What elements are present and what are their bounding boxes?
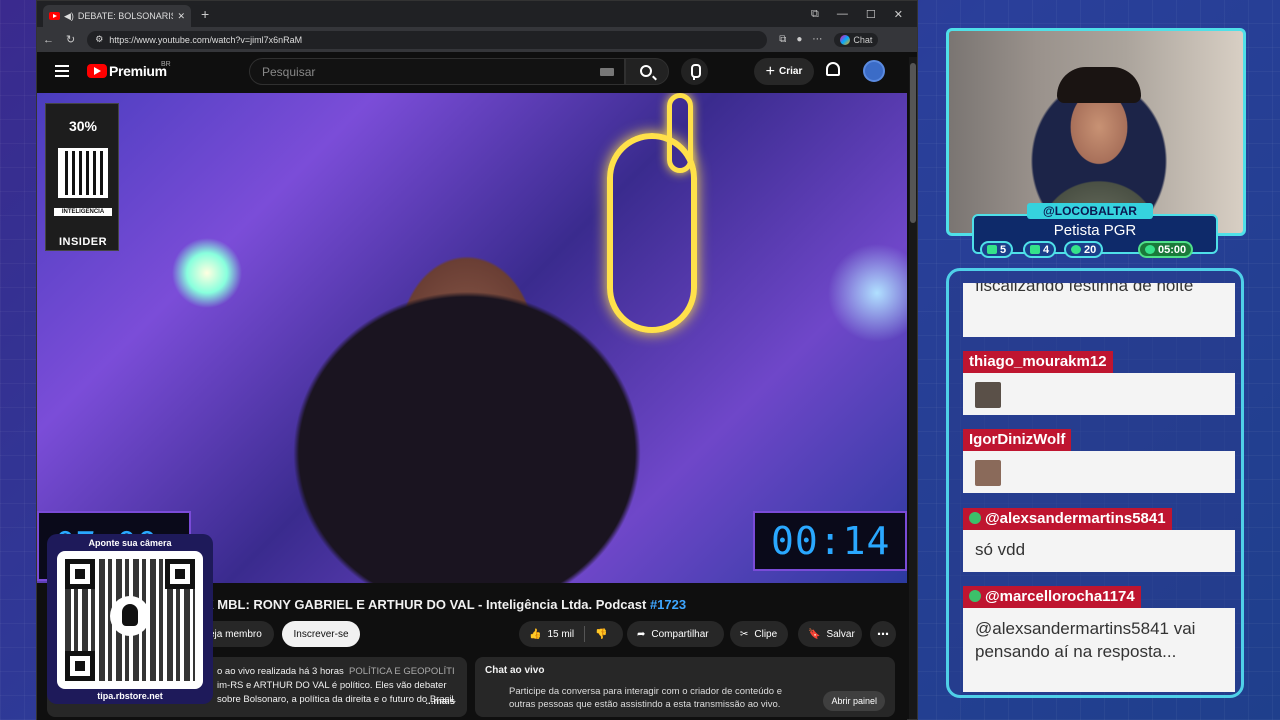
clock-icon	[1145, 245, 1155, 254]
live-chat-text: Participe da conversa para interagir com…	[509, 686, 783, 710]
scissors-icon: ✂	[740, 628, 749, 640]
chat-username-4: @marcellorocha1174	[963, 586, 1141, 608]
thumbs-up-icon: 👍	[529, 628, 542, 640]
chat-overlay: fiscalizando festinha de noite thiago_mo…	[946, 268, 1244, 698]
stat-timer: 05:00	[1138, 241, 1194, 258]
voice-search-button[interactable]	[681, 58, 708, 85]
speaker-icon[interactable]: ◀)	[64, 11, 74, 22]
youtube-logo-icon[interactable]	[87, 64, 107, 78]
emote-icon	[975, 382, 1001, 408]
browser-chat-button[interactable]: Chat	[834, 32, 879, 47]
youtube-brand[interactable]: Premium	[109, 63, 167, 79]
stat-chat: 5	[980, 241, 1014, 258]
share-button[interactable]: ➦ Compartilhar	[627, 621, 724, 647]
qr-code	[57, 551, 203, 689]
youtube-header: Premium BR Pesquisar + Criar	[37, 52, 907, 92]
reload-icon[interactable]: ↻	[66, 33, 75, 46]
new-tab-button[interactable]: +	[201, 6, 209, 22]
plus-icon: +	[765, 62, 775, 80]
tab-search-icon[interactable]: ⧉	[811, 8, 819, 21]
search-input[interactable]: Pesquisar	[249, 58, 625, 85]
badge-icon	[969, 512, 981, 524]
country-code: BR	[161, 61, 171, 68]
streamer-handle: @LOCOBALTAR	[1027, 203, 1153, 219]
close-tab-icon[interactable]: ✕	[177, 11, 185, 22]
show-more-link[interactable]: ...mais	[425, 695, 455, 709]
qr-overlay: Aponte sua câmera tipa.rbstore.net	[47, 534, 213, 704]
bookmark-icon: 🔖	[808, 628, 821, 640]
promo-tag: INTELIGENCIA	[54, 208, 112, 216]
youtube-favicon-icon	[49, 12, 60, 20]
emote-icon	[975, 460, 1001, 486]
like-dislike-group: 👍 15 mil 👎	[519, 621, 623, 647]
search-button[interactable]	[625, 58, 669, 85]
scrollbar-thumb[interactable]	[910, 63, 916, 223]
chat-message-4: @alexsandermartins5841 vai pensando aí n…	[963, 608, 1235, 692]
head-silhouette-icon	[110, 596, 150, 636]
promo-banner: 30% INTELIGENCIA INSIDER	[45, 103, 119, 251]
promo-qr-code	[58, 148, 108, 198]
live-chat-title: Chat ao vivo	[485, 665, 545, 676]
video-icon	[1030, 245, 1040, 254]
promo-percent: 30%	[68, 118, 98, 134]
chat-logo-icon	[840, 34, 851, 45]
chat-username-1: thiago_mourakm12	[963, 351, 1113, 373]
like-button[interactable]: 👍 15 mil	[519, 621, 584, 647]
video-player[interactable]: 30% INTELIGENCIA INSIDER 07:00 00:14	[37, 93, 907, 583]
save-button[interactable]: 🔖 Salvar	[798, 621, 862, 647]
browser-tab[interactable]: ◀) DEBATE: BOLSONARISTA X MB ✕	[43, 5, 191, 27]
chat-message-2	[963, 451, 1235, 493]
clip-button[interactable]: ✂ Clipe	[730, 621, 788, 647]
profile-icon[interactable]: ●	[796, 34, 802, 45]
streamer-title: Petista PGR	[1053, 222, 1137, 239]
page-scrollbar[interactable]	[909, 57, 917, 719]
create-button[interactable]: + Criar	[754, 58, 814, 85]
account-avatar[interactable]	[863, 60, 885, 82]
chat-message-1	[963, 373, 1235, 415]
video-title: X MBL: RONY GABRIEL E ARTHUR DO VAL - In…	[205, 597, 687, 612]
chat-bubble-icon	[987, 245, 997, 254]
hamburger-menu-icon[interactable]	[55, 65, 69, 77]
back-icon[interactable]: ←	[43, 34, 54, 46]
neon-sign-accent	[667, 93, 693, 173]
keyboard-icon[interactable]	[600, 68, 614, 76]
minimize-button[interactable]: —	[837, 8, 848, 21]
tab-title: DEBATE: BOLSONARISTA X MB	[77, 11, 174, 21]
video-hashtag[interactable]: #1723	[650, 597, 686, 612]
share-icon: ➦	[637, 628, 646, 640]
subscribe-button[interactable]: Inscrever-se	[282, 621, 360, 647]
site-info-icon[interactable]: ⚙	[95, 34, 103, 45]
notifications-bell-icon[interactable]	[826, 62, 840, 76]
thumbs-down-icon: 👎	[595, 628, 608, 640]
close-window-button[interactable]: ✕	[894, 8, 903, 21]
live-chat-box: Chat ao vivo Participe da conversa para …	[475, 657, 895, 717]
stat-video: 4	[1023, 241, 1057, 258]
maximize-button[interactable]: ☐	[866, 8, 876, 21]
extensions-icon[interactable]: ⧉	[779, 34, 786, 45]
search-icon	[640, 65, 652, 77]
qr-footer: tipa.rbstore.net	[97, 691, 163, 701]
address-bar: ← ↻ ⚙ https://www.youtube.com/watch?v=ji…	[37, 27, 917, 52]
more-actions-button[interactable]: ⋯	[870, 621, 896, 647]
tab-bar: ◀) DEBATE: BOLSONARISTA X MB ✕ + ⧉ — ☐ ✕	[37, 1, 917, 27]
chat-username-3: @alexsandermartins5841	[963, 508, 1172, 530]
open-panel-button[interactable]: Abrir painel	[823, 691, 885, 711]
promo-brand: INSIDER	[58, 236, 108, 248]
url-field[interactable]: ⚙ https://www.youtube.com/watch?v=jiml7x…	[87, 30, 768, 49]
menu-icon[interactable]: ⋯	[812, 34, 822, 45]
coin-icon	[1071, 245, 1081, 254]
stat-coins: 20	[1064, 241, 1104, 258]
chat-message-3: só vdd	[963, 530, 1235, 572]
chat-username-2: IgorDinizWolf	[963, 429, 1072, 451]
dislike-button[interactable]: 👎	[585, 621, 617, 647]
debate-timer-right: 00:14	[753, 511, 907, 571]
badge-icon	[969, 590, 981, 602]
chat-message-0: fiscalizando festinha de noite	[963, 283, 1235, 337]
qr-header: Aponte sua câmera	[88, 538, 172, 548]
